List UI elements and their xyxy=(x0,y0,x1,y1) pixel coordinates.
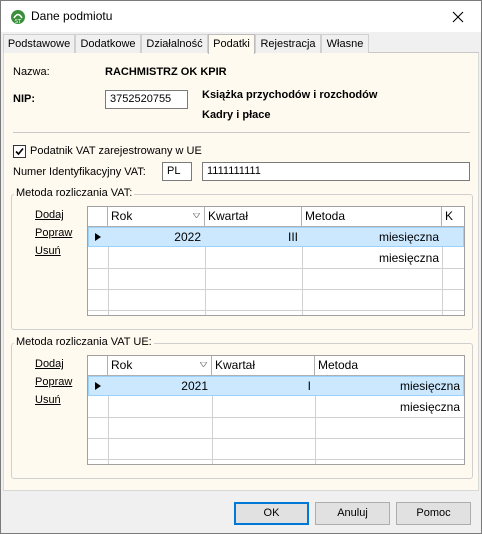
row-pointer-icon xyxy=(95,382,101,390)
country-code-field[interactable]: PL xyxy=(162,162,192,181)
column-header-rok[interactable]: Rok xyxy=(108,356,212,375)
column-header-metoda[interactable]: Metoda xyxy=(302,207,442,226)
grid-line xyxy=(302,247,303,315)
vat-ue-method-title: Metoda rozliczania VAT UE: xyxy=(14,336,154,348)
book-type-label: Książka przychodów i rozchodów xyxy=(202,89,378,101)
vat-add-link[interactable]: Dodaj xyxy=(35,209,64,221)
vat-ue-add-link[interactable]: Dodaj xyxy=(35,358,64,370)
tab-podstawowe[interactable]: Podstawowe xyxy=(3,34,75,53)
vat-ue-method-table[interactable]: Rok Kwartał Metoda 2021 I miesięczna mie… xyxy=(87,355,465,465)
column-header-label: Rok xyxy=(111,209,133,223)
grid-line xyxy=(88,438,464,439)
grid-line xyxy=(108,396,109,464)
dialog-window: ST Dane podmiotu Podstawowe Dodatkowe Dz… xyxy=(0,0,482,534)
row-method: miesięczna xyxy=(399,379,460,393)
grid-line xyxy=(88,310,464,311)
tab-rejestracja[interactable]: Rejestracja xyxy=(255,34,321,53)
grid-line xyxy=(88,289,464,290)
vat-method-title: Metoda rozliczania VAT: xyxy=(14,187,135,199)
vat-edit-link[interactable]: Popraw xyxy=(35,227,72,239)
vat-id-field[interactable]: 1111111111 xyxy=(202,162,470,181)
vat-id-label: Numer Identyfikacyjny VAT: xyxy=(13,166,146,178)
table-header-indicator xyxy=(88,207,108,226)
tab-strip: Podstawowe Dodatkowe Działalność Podatki… xyxy=(3,34,479,54)
svg-text:ST: ST xyxy=(15,19,22,25)
help-button[interactable]: Pomoc xyxy=(396,502,471,525)
grid-line xyxy=(212,396,213,464)
column-header-rok[interactable]: Rok xyxy=(108,207,205,226)
column-header-kwartal[interactable]: Kwartał xyxy=(212,356,315,375)
grid-line xyxy=(88,417,464,418)
cancel-button[interactable]: Anuluj xyxy=(315,502,390,525)
title-bar: ST Dane podmiotu xyxy=(1,1,481,32)
column-header-metoda[interactable]: Metoda xyxy=(315,356,464,375)
close-icon xyxy=(452,11,464,22)
vat-method-table[interactable]: Rok Kwartał Metoda K 2022 III miesięczna… xyxy=(87,206,465,316)
row-year: 2022 xyxy=(174,230,201,244)
vat-delete-link[interactable]: Usuń xyxy=(35,245,61,257)
sort-descending-icon xyxy=(200,362,207,367)
row-quarter: III xyxy=(287,230,298,244)
row-method: miesięczna xyxy=(378,230,439,244)
checkmark-icon xyxy=(15,147,24,156)
vat-ue-method-group: Metoda rozliczania VAT UE: Dodaj Popraw … xyxy=(11,336,473,479)
row-quarter: I xyxy=(307,379,311,393)
app-logo-icon: ST xyxy=(11,10,25,25)
grid-line xyxy=(315,396,316,464)
grid-line xyxy=(88,268,464,269)
name-label: Nazwa: xyxy=(13,66,50,78)
payroll-label: Kadry i płace xyxy=(202,109,271,121)
row-pointer-icon xyxy=(95,233,101,241)
row-method: miesięczna xyxy=(399,400,460,414)
window-title: Dane podmiotu xyxy=(31,9,113,23)
grid-line xyxy=(442,247,443,315)
nip-field[interactable]: 3752520755 xyxy=(105,90,188,109)
vat-ue-edit-link[interactable]: Popraw xyxy=(35,376,72,388)
grid-line xyxy=(205,247,206,315)
vat-ue-checkbox-label[interactable]: Podatnik VAT zarejestrowany w UE xyxy=(30,145,202,157)
grid-line xyxy=(108,247,109,315)
close-button[interactable] xyxy=(435,1,481,32)
separator xyxy=(13,132,470,133)
column-header-kwartal[interactable]: Kwartał xyxy=(205,207,302,226)
column-header-k[interactable]: K xyxy=(442,207,464,226)
tab-wlasne[interactable]: Własne xyxy=(321,34,369,53)
row-method: miesięczna xyxy=(378,251,439,265)
vat-method-group: Metoda rozliczania VAT: Dodaj Popraw Usu… xyxy=(11,187,473,330)
tab-dzialalnosc[interactable]: Działalność xyxy=(141,34,208,53)
column-header-label: Rok xyxy=(111,358,133,372)
nip-label: NIP: xyxy=(13,93,35,105)
tab-podatki[interactable]: Podatki xyxy=(208,34,255,54)
sort-descending-icon xyxy=(193,213,200,218)
vat-ue-checkbox[interactable] xyxy=(13,145,26,158)
ok-button[interactable]: OK xyxy=(234,502,309,525)
vat-ue-delete-link[interactable]: Usuń xyxy=(35,394,61,406)
grid-line xyxy=(88,459,464,460)
table-header-indicator xyxy=(88,356,108,375)
tab-dodatkowe[interactable]: Dodatkowe xyxy=(75,34,141,53)
row-year: 2021 xyxy=(181,379,208,393)
company-name: RACHMISTRZ OK KPIR xyxy=(105,66,227,78)
tab-panel-podatki: Nazwa: RACHMISTRZ OK KPIR NIP: 375252075… xyxy=(3,53,479,491)
